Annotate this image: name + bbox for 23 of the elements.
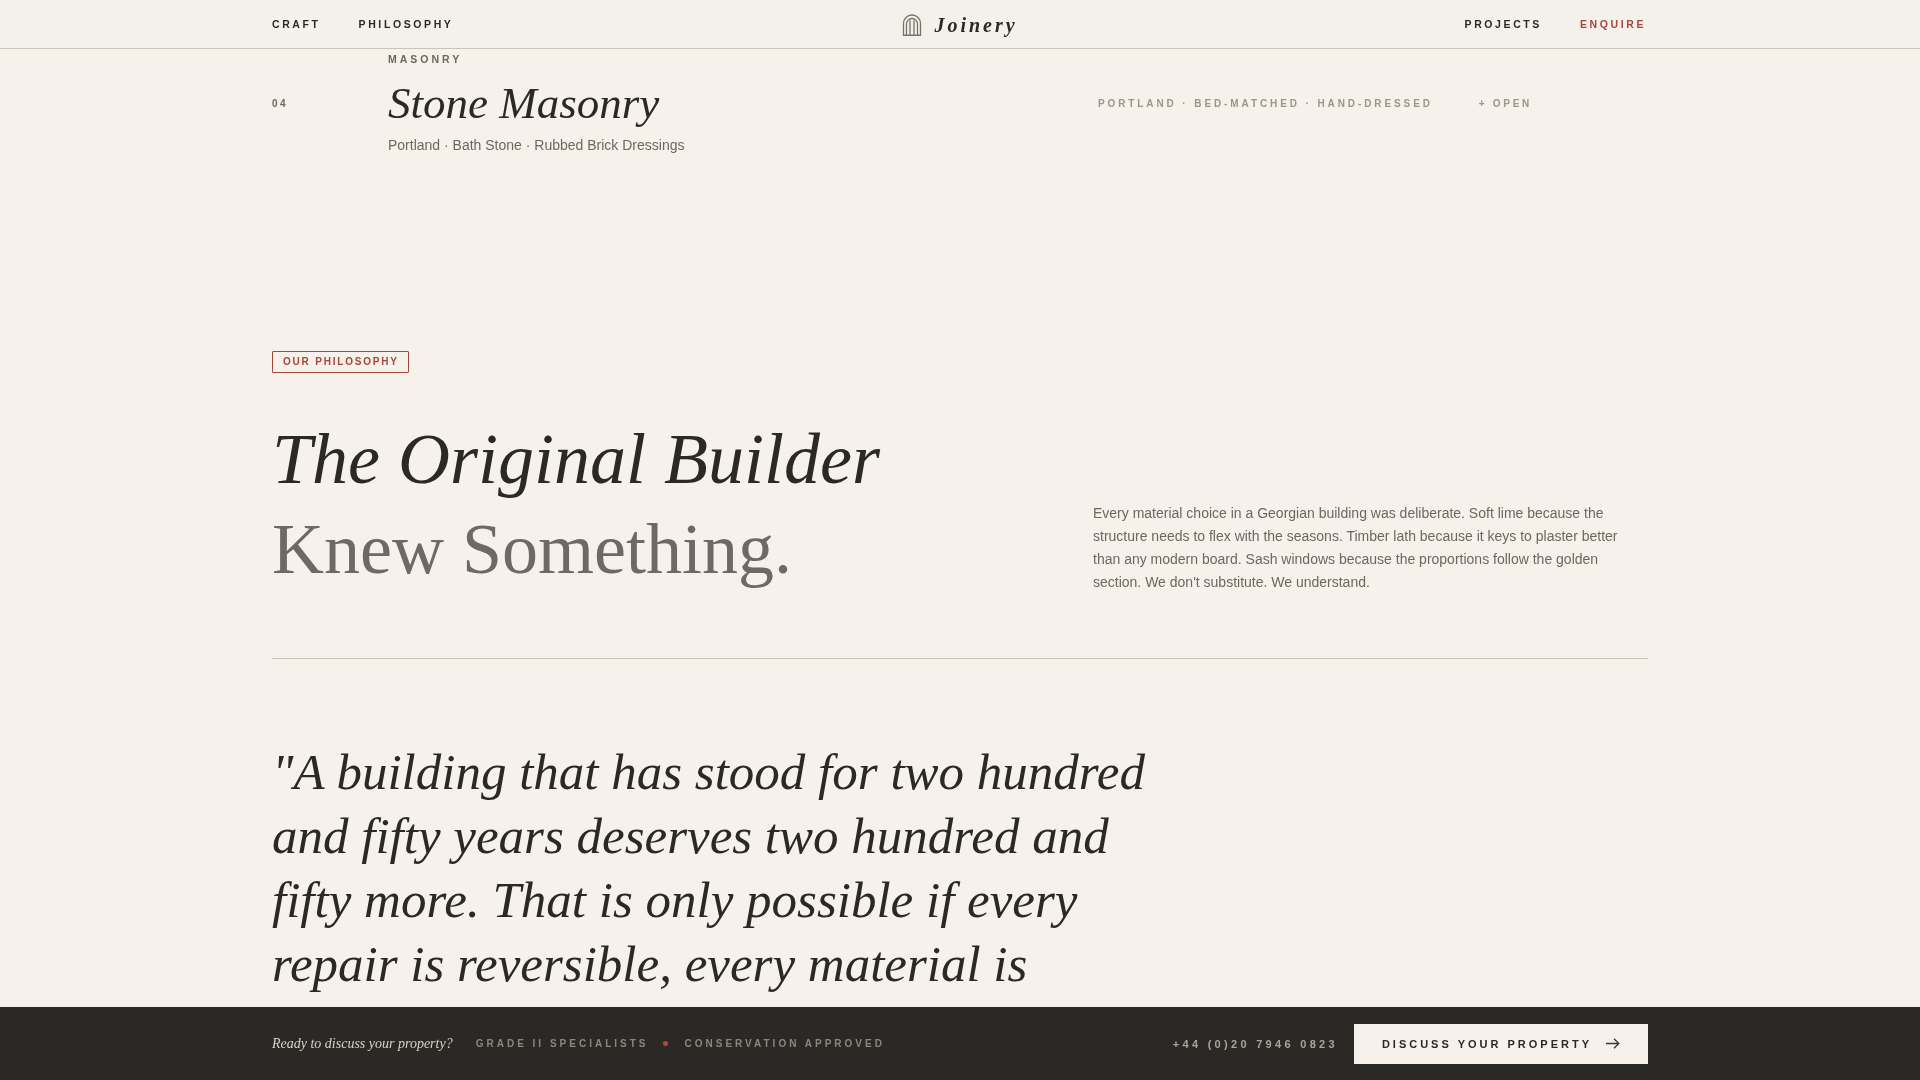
logo-link[interactable]: Joinery — [902, 13, 1018, 37]
arrow-right-icon — [1606, 1038, 1620, 1049]
credential-label: CONSERVATION APPROVED — [684, 1038, 885, 1049]
separator-dot-icon — [663, 1041, 669, 1046]
service-number: 04 — [272, 98, 290, 109]
arch-window-icon — [902, 14, 923, 36]
discuss-property-button[interactable]: DISCUSS YOUR PROPERTY — [1353, 1023, 1648, 1064]
pull-quote: "A building that has stood for two hundred and fifty years deserves two hundred and fifty more. That is only possible if every repair is reversible, every material is — [272, 743, 1146, 994]
service-tags: PORTLAND · BED-MATCHED · HAND-DRESSED — [1097, 98, 1433, 109]
credential-label: GRADE II SPECIALISTS — [475, 1038, 649, 1049]
service-materials: Portland · Bath Stone · Rubbed Brick Dressings — [388, 136, 686, 155]
nav-link[interactable]: CRAFT — [272, 17, 321, 31]
service-category: MASONRY — [388, 52, 464, 66]
nav-link[interactable]: PROJECTS — [1464, 17, 1542, 31]
section-tag: OUR PHILOSOPHY — [272, 351, 409, 373]
philosophy-paragraph: Every material choice in a Georgian building was deliberate. Soft lime because the structure needs to flex with the seasons. Timber lath because it keys to plaster better than any modern board. Sash windows because the proportions follow the golden section. We don't substitute. We understand. — [1093, 504, 1619, 592]
footer-prompt: Ready to discuss your property? — [272, 1035, 453, 1052]
headline-primary: The Original Builder — [272, 418, 881, 501]
headline-secondary: Knew Something. — [272, 508, 793, 591]
service-title: Stone Masonry — [388, 79, 661, 127]
phone-link[interactable]: +44 (0)20 7946 0823 — [1172, 1037, 1338, 1050]
nav-link[interactable]: ENQUIRE — [1579, 17, 1646, 31]
nav-link[interactable]: PHILOSOPHY — [358, 17, 454, 31]
